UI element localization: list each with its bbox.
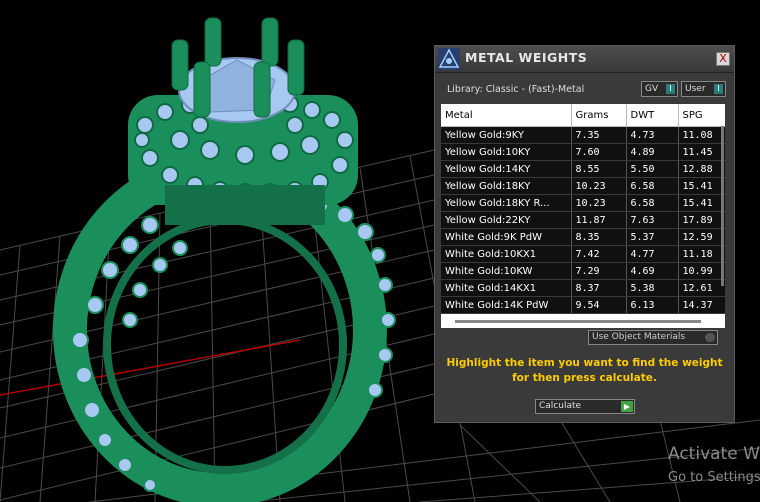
cell-metal: Yellow Gold:22KY [441, 211, 572, 229]
cell-metal: Yellow Gold:18KY [441, 177, 572, 195]
column-header-dwt[interactable]: DWT [626, 104, 679, 127]
cell-dwt: 4.69 [626, 262, 679, 280]
cell-grams: 10.23 [571, 194, 627, 212]
cell-dwt: 4.73 [626, 126, 679, 144]
table-row[interactable]: Yellow Gold:9KY 7.35 4.73 11.08 [441, 126, 725, 144]
cell-spg: 10.99 [678, 262, 725, 280]
close-icon: X [719, 52, 727, 65]
dropdown-knob-icon [705, 333, 715, 342]
cell-metal: White Gold:14K PdW [441, 296, 572, 314]
table-row[interactable]: Yellow Gold:18KY 10.23 6.58 15.41 [441, 177, 725, 195]
table-row[interactable]: Yellow Gold:22KY 11.87 7.63 17.89 [441, 211, 725, 229]
table-row[interactable]: Yellow Gold:18KY R... 10.23 6.58 15.41 [441, 194, 725, 212]
horizontal-scrollbar[interactable] [441, 316, 725, 328]
cell-dwt: 4.89 [626, 143, 679, 161]
library-label: Library: Classic - (Fast)-Metal [447, 84, 585, 95]
cell-metal: White Gold:14KX1 [441, 279, 572, 297]
panel-title: METAL WEIGHTS [465, 50, 588, 65]
gv-toggle-indicator: I [666, 84, 675, 94]
instruction-text: Highlight the item you want to find the … [435, 356, 734, 386]
metal-table[interactable]: Metal Grams DWT SPG Yellow Gold:9KY 7.35 4… [441, 104, 725, 316]
cell-dwt: 5.37 [626, 228, 679, 246]
cell-metal: White Gold:10KW [441, 262, 572, 280]
horizontal-scrollbar-thumb[interactable] [455, 320, 701, 323]
use-object-materials-dropdown[interactable]: Use Object Materials [588, 330, 718, 345]
cell-grams: 8.55 [571, 160, 627, 178]
gv-toggle-label: GV [645, 84, 659, 94]
cell-spg: 11.18 [678, 245, 725, 263]
table-row[interactable]: White Gold:9K PdW 8.35 5.37 12.59 [441, 228, 725, 246]
play-arrow-icon[interactable]: ▶ [621, 401, 633, 412]
table-body: Yellow Gold:9KY 7.35 4.73 11.08 Yellow Gold:… [441, 126, 725, 314]
table-header-row: Metal Grams DWT SPG [441, 104, 725, 127]
vertical-scrollbar[interactable] [721, 126, 724, 286]
cell-spg: 11.45 [678, 143, 725, 161]
cell-grams: 7.35 [571, 126, 627, 144]
cell-metal: Yellow Gold:9KY [441, 126, 572, 144]
activate-windows-watermark: Activate W [668, 444, 760, 464]
cell-grams: 8.35 [571, 228, 627, 246]
cell-metal: Yellow Gold:18KY R... [441, 194, 572, 212]
cell-grams: 7.42 [571, 245, 627, 263]
table-row[interactable]: White Gold:10KX1 7.42 4.77 11.18 [441, 245, 725, 263]
app-logo-icon [438, 48, 460, 70]
instruction-line-1: Highlight the item you want to find the … [446, 357, 723, 369]
activate-windows-subtext: Go to Settings [668, 470, 760, 485]
cell-grams: 9.54 [571, 296, 627, 314]
cell-spg: 11.08 [678, 126, 725, 144]
calculate-button[interactable]: Calculate ▶ [535, 399, 635, 414]
gallery [165, 185, 325, 225]
cell-grams: 7.29 [571, 262, 627, 280]
cell-dwt: 4.77 [626, 245, 679, 263]
cell-spg: 15.41 [678, 177, 725, 195]
cell-dwt: 5.50 [626, 160, 679, 178]
cell-spg: 15.41 [678, 194, 725, 212]
column-header-spg[interactable]: SPG [678, 104, 725, 127]
cell-dwt: 6.58 [626, 177, 679, 195]
close-button[interactable]: X [716, 52, 730, 66]
cell-dwt: 6.58 [626, 194, 679, 212]
table-row[interactable]: White Gold:14K PdW 9.54 6.13 14.37 [441, 296, 725, 314]
cell-spg: 12.88 [678, 160, 725, 178]
user-toggle-indicator: I [714, 84, 723, 94]
user-toggle[interactable]: User I [681, 81, 726, 97]
table-row[interactable]: Yellow Gold:14KY 8.55 5.50 12.88 [441, 160, 725, 178]
cell-grams: 8.37 [571, 279, 627, 297]
metal-weights-panel: METAL WEIGHTS X Library: Classic - (Fast… [434, 45, 735, 423]
panel-titlebar[interactable]: METAL WEIGHTS X [435, 46, 734, 73]
cell-metal: White Gold:10KX1 [441, 245, 572, 263]
cell-grams: 11.87 [571, 211, 627, 229]
cell-grams: 7.60 [571, 143, 627, 161]
gv-toggle[interactable]: GV I [641, 81, 678, 97]
instruction-line-2: for then press calculate. [512, 372, 657, 384]
column-header-metal[interactable]: Metal [441, 104, 572, 127]
cell-metal: Yellow Gold:10KY [441, 143, 572, 161]
cell-grams: 10.23 [571, 177, 627, 195]
cell-spg: 12.61 [678, 279, 725, 297]
cell-spg: 14.37 [678, 296, 725, 314]
cell-spg: 17.89 [678, 211, 725, 229]
cell-dwt: 5.38 [626, 279, 679, 297]
table-row[interactable]: White Gold:10KW 7.29 4.69 10.99 [441, 262, 725, 280]
cell-metal: Yellow Gold:14KY [441, 160, 572, 178]
cell-spg: 12.59 [678, 228, 725, 246]
cell-metal: White Gold:9K PdW [441, 228, 572, 246]
cell-dwt: 6.13 [626, 296, 679, 314]
user-toggle-label: User [685, 84, 706, 94]
column-header-grams[interactable]: Grams [571, 104, 627, 127]
cell-dwt: 7.63 [626, 211, 679, 229]
table-row[interactable]: White Gold:14KX1 8.37 5.38 12.61 [441, 279, 725, 297]
calculate-label: Calculate [539, 401, 582, 411]
table-row[interactable]: Yellow Gold:10KY 7.60 4.89 11.45 [441, 143, 725, 161]
use-object-materials-label: Use Object Materials [592, 332, 686, 342]
